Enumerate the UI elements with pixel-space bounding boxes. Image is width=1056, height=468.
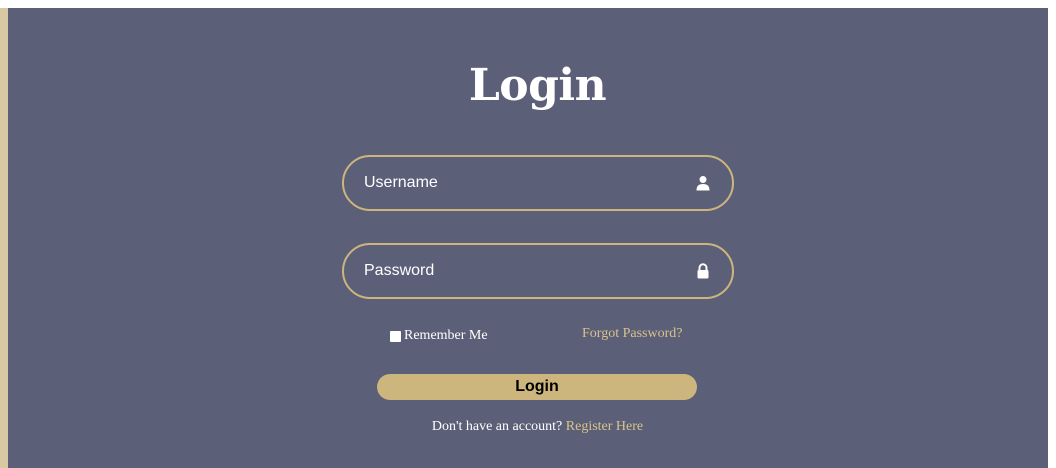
username-field[interactable] (342, 155, 734, 211)
login-button[interactable]: Login (377, 374, 697, 400)
page: Login Remember Me Forgot Password? Login… (0, 0, 1056, 468)
password-input[interactable] (364, 245, 684, 297)
username-input[interactable] (364, 157, 684, 209)
remember-me[interactable]: Remember Me (390, 328, 488, 344)
register-prompt-text: Don't have an account? (431, 419, 566, 434)
password-field[interactable] (342, 243, 734, 299)
form-options: Remember Me Forgot Password? (390, 326, 690, 346)
lock-icon (697, 263, 709, 279)
remember-me-label: Remember Me (404, 328, 488, 343)
remember-me-checkbox[interactable] (390, 330, 401, 342)
register-prompt: Don't have an account? Register Here (0, 419, 1056, 435)
user-icon (696, 176, 710, 191)
register-link[interactable]: Register Here (566, 419, 643, 434)
forgot-password-link[interactable]: Forgot Password? (582, 326, 682, 342)
login-title: Login (468, 60, 607, 111)
